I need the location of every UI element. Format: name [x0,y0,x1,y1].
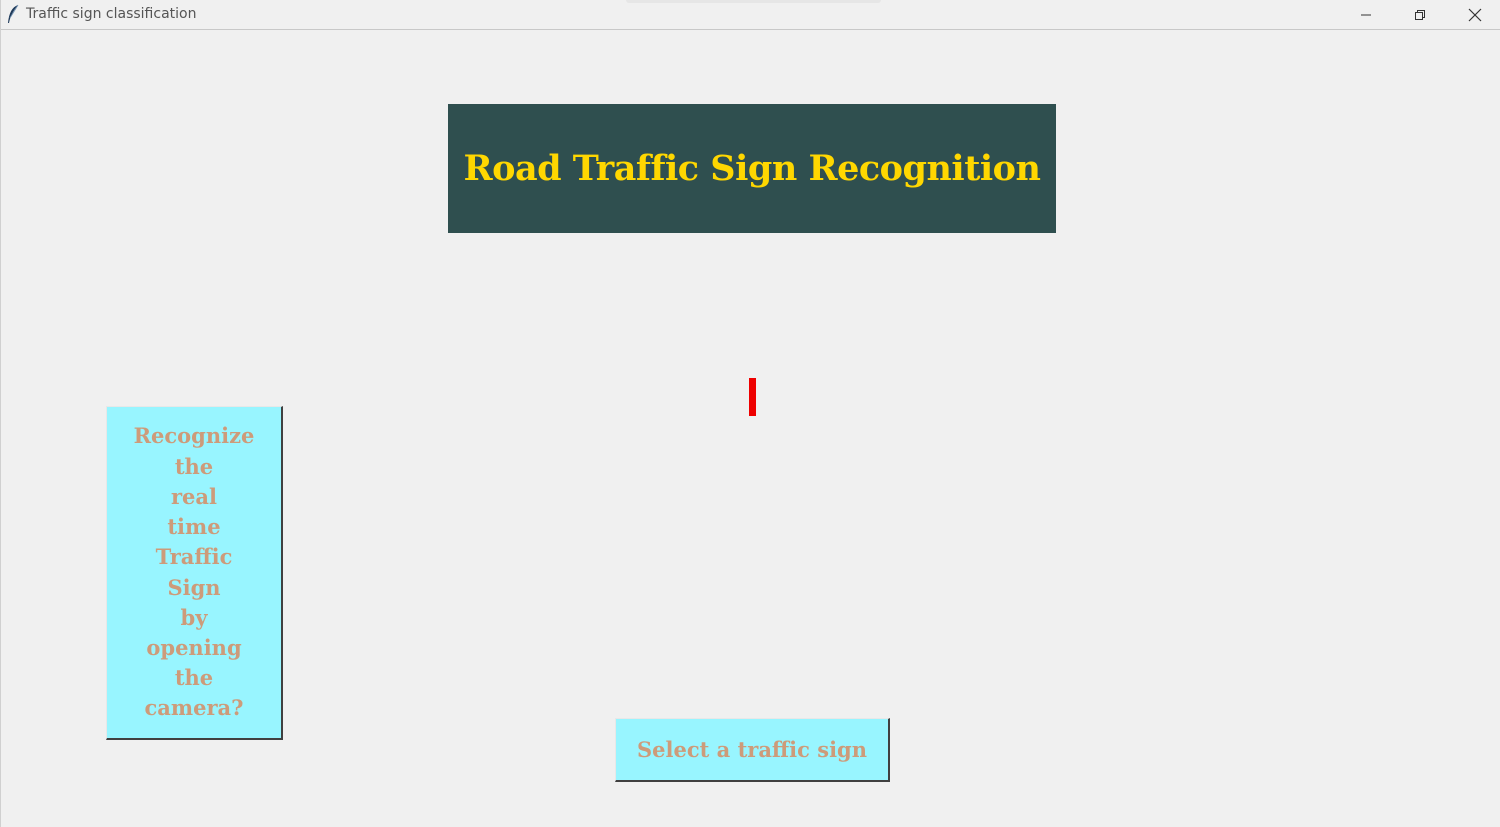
app-window: Traffic sign classification Road Traffic… [0,0,1500,827]
window-edge-shadow [626,0,881,3]
restore-icon [1415,10,1425,20]
close-icon [1468,8,1482,22]
feather-icon [8,4,19,23]
open-camera-button[interactable]: Recognize the real time Traffic Sign by … [106,406,283,740]
title-bar[interactable]: Traffic sign classification [1,0,1500,30]
select-traffic-sign-button[interactable]: Select a traffic sign [615,718,890,782]
heading-text: Road Traffic Sign Recognition [463,148,1041,189]
select-traffic-sign-button-label: Select a traffic sign [636,737,867,762]
result-label [749,378,756,416]
close-button[interactable] [1448,0,1500,30]
heading-banner: Road Traffic Sign Recognition [448,104,1056,233]
minimize-button[interactable] [1339,0,1393,30]
window-title: Traffic sign classification [26,6,197,22]
open-camera-button-label: Recognize the real time Traffic Sign by … [133,423,255,721]
maximize-button[interactable] [1393,0,1447,30]
minimize-icon [1361,14,1371,16]
